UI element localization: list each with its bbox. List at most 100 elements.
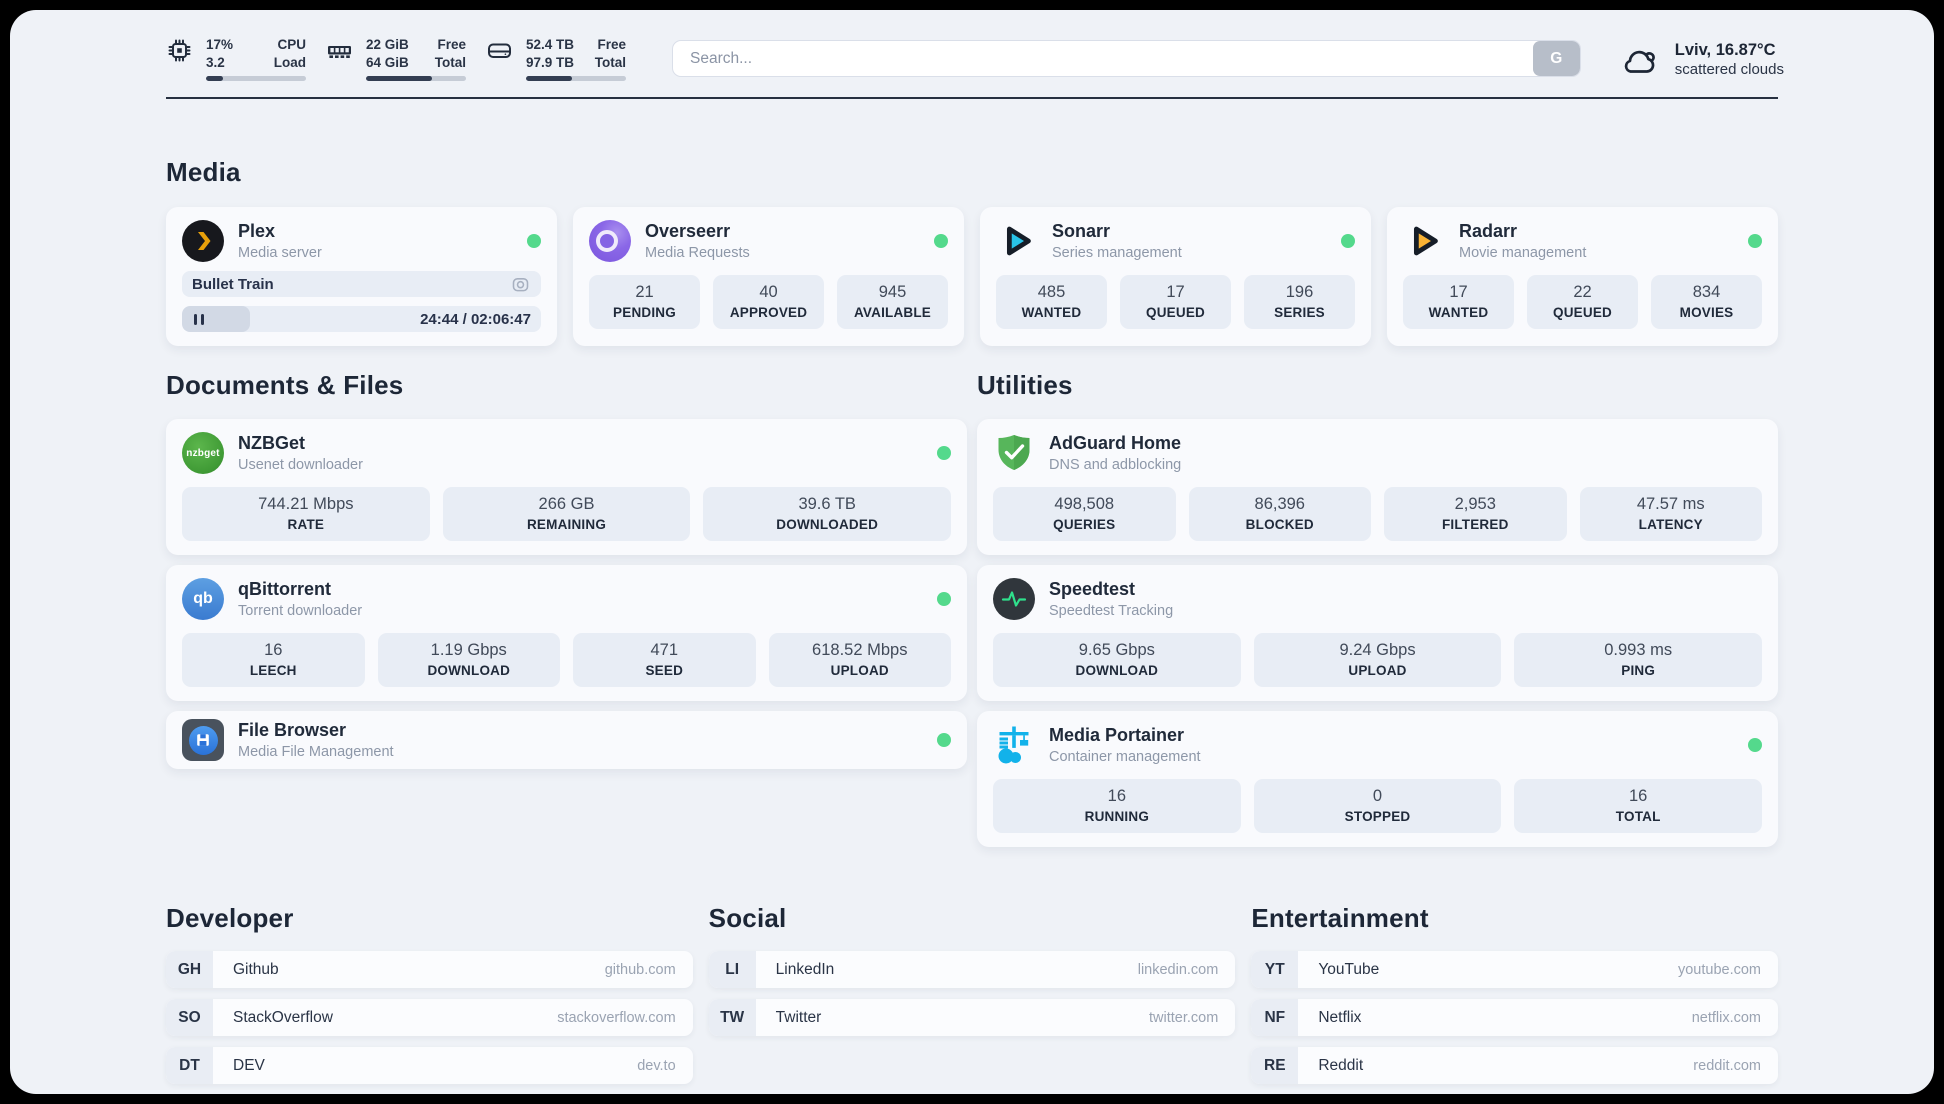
cpu-usage-value: 17%: [206, 37, 234, 52]
search-bar: G: [672, 40, 1581, 78]
now-playing-row: Bullet Train: [182, 271, 541, 298]
bookmark-abbr: TW: [708, 999, 756, 1037]
memory-stat: 22 GiB 64 GiB Free Total: [326, 36, 466, 82]
weather-condition: scattered clouds: [1674, 61, 1784, 79]
bookmark-name: StackOverflow: [233, 1008, 333, 1026]
overseerr-card[interactable]: Overseerr Media Requests 21 PENDING 40 APP…: [573, 207, 964, 347]
stat-movies: 834 MOVIES: [1651, 275, 1762, 330]
status-dot: [1341, 234, 1355, 249]
app-title: NZBGet: [238, 432, 305, 453]
stat-total: 16 TOTAL: [1514, 779, 1763, 834]
app-title: qBittorrent: [238, 578, 331, 599]
nzbget-card[interactable]: nzbget NZBGet Usenet downloader 744.21 M…: [166, 419, 967, 556]
portainer-card[interactable]: Media Portainer Container management 16 R…: [977, 711, 1778, 848]
status-dot: [937, 733, 951, 748]
bookmark-abbr: SO: [166, 999, 213, 1037]
bookmark-abbr: DT: [166, 1047, 213, 1085]
cpu-chip-icon: [168, 39, 191, 62]
weather-widget: Lviv, 16.87°C scattered clouds: [1619, 39, 1784, 78]
app-title: Radarr: [1459, 220, 1518, 241]
portainer-icon: [993, 724, 1035, 766]
bookmarks-entertainment: Entertainment YT YouTube youtube.com NF …: [1251, 903, 1778, 1094]
search-input[interactable]: [673, 41, 1533, 77]
bookmark-twitter[interactable]: TW Twitter twitter.com: [708, 999, 1236, 1037]
app-subtitle: Container management: [1049, 749, 1201, 766]
app-title: Plex: [238, 220, 276, 241]
qbittorrent-card[interactable]: qb qBittorrent Torrent downloader 16 LEEC…: [166, 565, 967, 702]
app-subtitle: Movie management: [1459, 245, 1587, 262]
bookmark-linkedin[interactable]: LI LinkedIn linkedin.com: [708, 951, 1236, 989]
sonarr-card[interactable]: Sonarr Series management 485 WANTED 17 QUE…: [980, 207, 1371, 347]
bookmark-abbr: RE: [1251, 1047, 1299, 1085]
stat-wanted: 485 WANTED: [996, 275, 1107, 330]
stat-running: 16 RUNNING: [993, 779, 1241, 834]
app-title: AdGuard Home: [1049, 432, 1182, 453]
app-title: File Browser: [238, 719, 347, 740]
search-engine-button[interactable]: G: [1532, 41, 1580, 77]
status-dot: [527, 234, 541, 249]
bookmark-name: DEV: [233, 1056, 265, 1074]
playback-time: 24:44 / 02:06:47: [420, 310, 531, 328]
pause-icon[interactable]: [194, 313, 205, 325]
sonarr-icon: [996, 220, 1038, 262]
qbittorrent-icon: qb: [182, 578, 224, 621]
bookmark-name: YouTube: [1318, 960, 1380, 978]
bookmark-name: Netflix: [1318, 1008, 1362, 1026]
dashboard-window: 17% 3.2 CPU Load 22 GiB 64 GiB Free Tota…: [0, 0, 1944, 1104]
storage-progress-bar: [526, 76, 626, 82]
section-title-entertainment: Entertainment: [1251, 903, 1429, 934]
bookmark-dev[interactable]: DT DEV dev.to: [166, 1047, 693, 1085]
memory-free-value: 22 GiB: [366, 37, 409, 52]
bookmark-url: netflix.com: [1691, 1009, 1761, 1026]
storage-free-value: 52.4 TB: [526, 37, 575, 52]
cloud-icon: [1624, 50, 1655, 73]
bookmark-url: twitter.com: [1149, 1009, 1219, 1026]
bookmark-youtube[interactable]: YT YouTube youtube.com: [1251, 951, 1778, 989]
radarr-icon: [1403, 220, 1445, 262]
bookmark-url: github.com: [604, 961, 676, 978]
app-subtitle: Torrent downloader: [238, 603, 363, 620]
bookmark-name: LinkedIn: [775, 960, 835, 978]
stat-queued: 17 QUEUED: [1120, 275, 1231, 330]
section-title-documents: Documents & Files: [166, 370, 404, 401]
camera-icon[interactable]: [510, 274, 531, 295]
filebrowser-card[interactable]: File Browser Media File Management: [166, 711, 967, 770]
status-dot: [934, 234, 948, 249]
cpu-load-value: 3.2: [206, 54, 225, 70]
weather-location: Lviv, 16.87°C: [1674, 40, 1776, 59]
bookmark-abbr: YT: [1251, 951, 1299, 989]
memory-label-2: Total: [434, 54, 466, 70]
bookmarks-developer: Developer GH Github github.com SO StackO…: [166, 903, 693, 1094]
bookmark-url: youtube.com: [1677, 961, 1761, 978]
bookmark-abbr: NF: [1251, 999, 1299, 1037]
radarr-card[interactable]: Radarr Movie management 17 WANTED 22 QUEUE…: [1387, 207, 1778, 347]
bookmark-reddit[interactable]: RE Reddit reddit.com: [1251, 1047, 1778, 1085]
bookmark-url: reddit.com: [1693, 1057, 1761, 1074]
bookmark-netflix[interactable]: NF Netflix netflix.com: [1251, 999, 1778, 1037]
cpu-stat: 17% 3.2 CPU Load: [166, 36, 306, 82]
app-title: Overseerr: [645, 220, 731, 241]
documents-column: Documents & Files nzbget NZBGet Usenet d…: [166, 370, 967, 847]
bookmark-stackoverflow[interactable]: SO StackOverflow stackoverflow.com: [166, 999, 693, 1037]
speedtest-card[interactable]: Speedtest Speedtest Tracking 9.65 Gbps DO…: [977, 565, 1778, 702]
stat-wanted: 17 WANTED: [1403, 275, 1514, 330]
adguard-card[interactable]: AdGuard Home DNS and adblocking 498,508 Q…: [977, 419, 1778, 556]
overseerr-icon: [589, 220, 631, 263]
stat-available: 945 AVAILABLE: [837, 275, 948, 330]
app-title: Media Portainer: [1049, 724, 1185, 745]
utilities-column: Utilities AdGuard Home DNS and adblockin…: [977, 370, 1778, 848]
storage-label-1: Free: [597, 37, 626, 52]
memory-total-value: 64 GiB: [366, 54, 409, 70]
app-subtitle: Speedtest Tracking: [1049, 603, 1174, 620]
bookmark-github[interactable]: GH Github github.com: [166, 951, 693, 989]
ram-icon: [328, 46, 351, 58]
status-dot: [937, 446, 951, 461]
cpu-progress-bar: [206, 76, 306, 82]
stat-queued: 22 QUEUED: [1527, 275, 1638, 330]
dashboard-panel: 17% 3.2 CPU Load 22 GiB 64 GiB Free Tota…: [10, 10, 1934, 1094]
adguard-icon: [993, 432, 1035, 474]
status-dot: [1748, 234, 1762, 249]
stat-approved: 40 APPROVED: [713, 275, 824, 330]
plex-card[interactable]: Plex Media server Bullet Train 24:44 / 0…: [166, 207, 557, 347]
status-dot: [937, 592, 951, 607]
